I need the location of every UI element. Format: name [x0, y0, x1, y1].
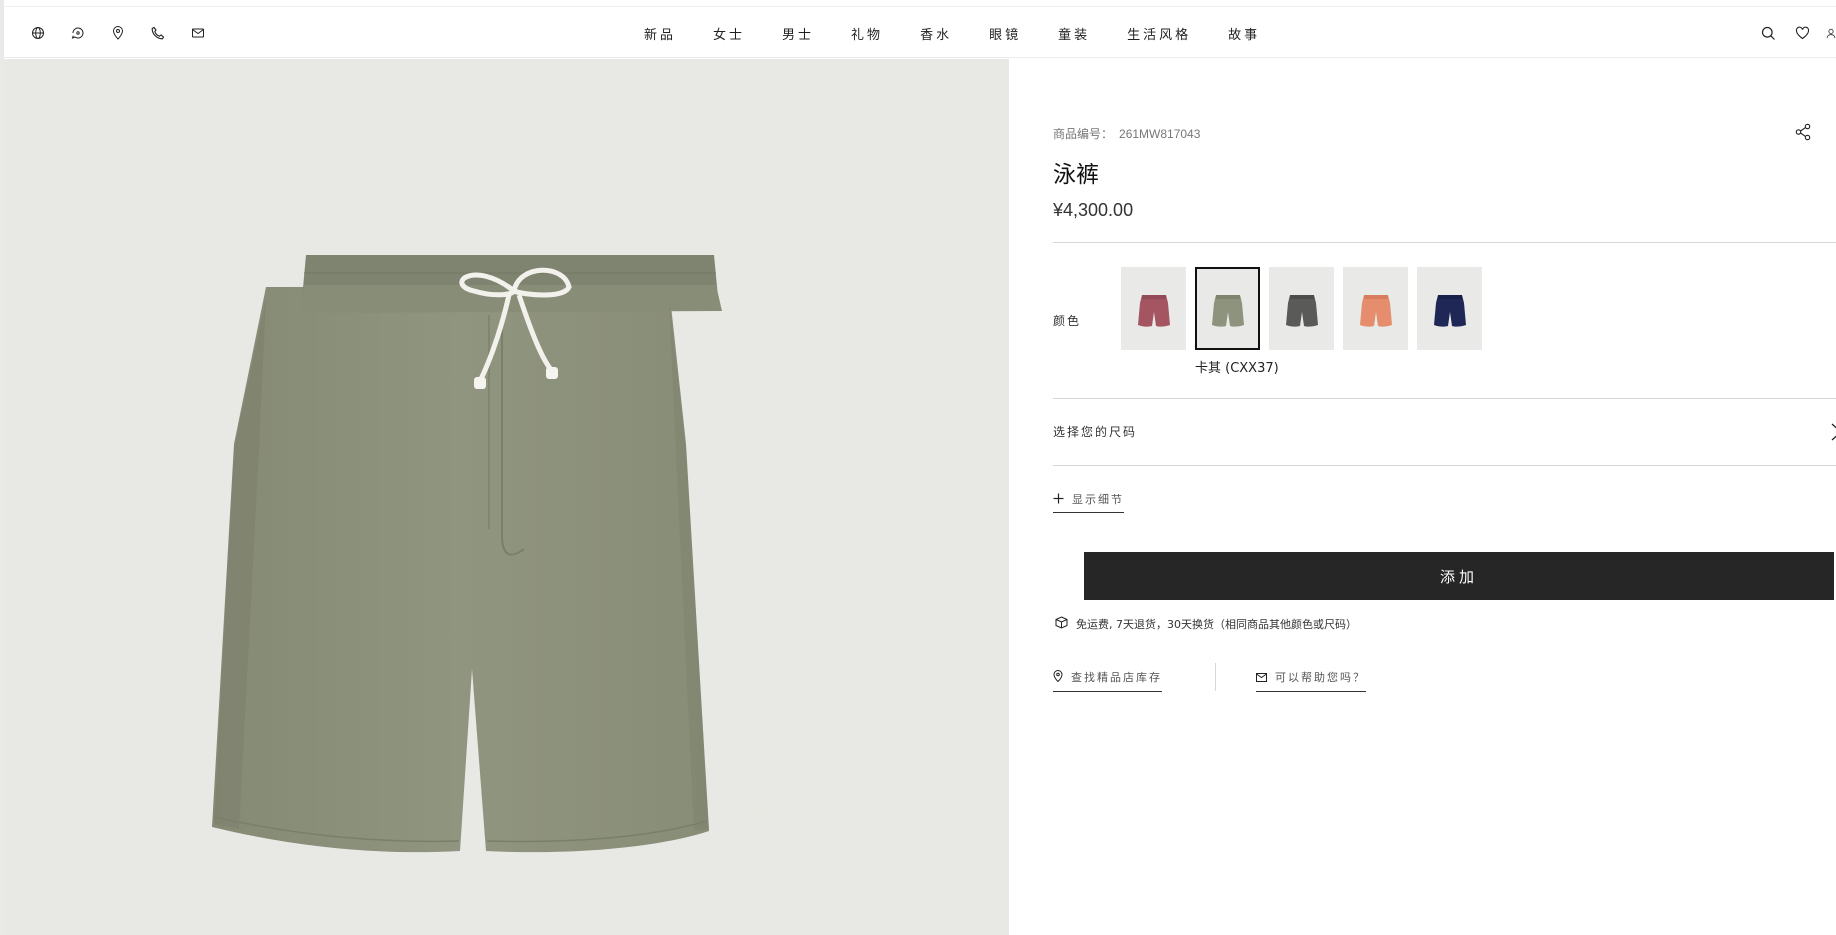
utility-icons	[28, 23, 208, 43]
top-navigation-bar: 新品 女士 男士 礼物 香水 眼镜 童装 生活风格 故事	[4, 6, 1836, 58]
product-info-panel: 商品编号： 261MW817043 泳裤 ¥4,300.00 颜色 卡其 (CX…	[1053, 59, 1836, 935]
color-swatch-navy[interactable]	[1417, 267, 1482, 350]
color-swatch-coral[interactable]	[1343, 267, 1408, 350]
help-chat-icon[interactable]	[68, 23, 88, 43]
add-to-bag-button[interactable]: 添加	[1084, 552, 1834, 600]
nav-item-eyewear[interactable]: 眼镜	[989, 24, 1021, 43]
main-navigation: 新品 女士 男士 礼物 香水 眼镜 童装 生活风格 故事	[644, 7, 1260, 59]
product-title: 泳裤	[1053, 162, 1099, 188]
selected-color-name: 卡其 (CXX37)	[1195, 361, 1279, 376]
product-price: ¥4,300.00	[1053, 200, 1134, 220]
account-icons	[1758, 23, 1836, 43]
nav-item-women[interactable]: 女士	[713, 24, 745, 43]
globe-icon[interactable]	[28, 23, 48, 43]
nav-item-new[interactable]: 新品	[644, 24, 676, 43]
heart-icon[interactable]	[1792, 23, 1812, 43]
product-code-label: 商品编号：	[1053, 127, 1114, 141]
size-selector[interactable]: 选择您的尺码	[1053, 398, 1836, 465]
color-swatch-raspberry[interactable]	[1121, 267, 1186, 350]
mail-icon[interactable]	[188, 23, 208, 43]
nav-item-kids[interactable]: 童装	[1058, 24, 1090, 43]
nav-item-lifestyle[interactable]: 生活风格	[1127, 24, 1191, 43]
color-swatches	[1121, 267, 1482, 350]
package-box-icon	[1055, 614, 1068, 633]
contact-help-label: 可以帮助您吗？	[1275, 670, 1366, 684]
plus-icon	[1053, 489, 1064, 508]
show-details-label: 显示细节	[1072, 492, 1124, 506]
price-divider	[1053, 242, 1836, 243]
location-pin-icon[interactable]	[108, 23, 128, 43]
size-bottom-divider	[1053, 465, 1836, 466]
share-icon[interactable]	[1794, 123, 1814, 143]
chevron-right-icon	[1830, 422, 1836, 442]
find-in-store-label: 查找精品店库存	[1071, 670, 1162, 684]
nav-item-stories[interactable]: 故事	[1228, 24, 1260, 43]
color-label: 颜色	[1053, 314, 1082, 328]
size-selector-label: 选择您的尺码	[1053, 425, 1138, 439]
product-image-gallery[interactable]	[4, 59, 1009, 935]
user-icon[interactable]	[1826, 23, 1836, 43]
show-details-toggle[interactable]: 显示细节	[1053, 489, 1124, 513]
shipping-info: 免运费, 7天退货，30天换货（相同商品其他颜色或尺码）	[1055, 614, 1357, 633]
shipping-text: 免运费, 7天退货，30天换货（相同商品其他颜色或尺码）	[1076, 617, 1357, 631]
mail-icon	[1256, 667, 1267, 686]
contact-help-link[interactable]: 可以帮助您吗？	[1256, 667, 1366, 692]
color-swatch-khaki[interactable]	[1195, 267, 1260, 350]
embroidered-logo	[753, 766, 780, 815]
nav-item-gifts[interactable]: 礼物	[851, 24, 883, 43]
product-code-value: 261MW817043	[1119, 127, 1201, 141]
links-separator	[1215, 663, 1216, 691]
secondary-links: 查找精品店库存 可以帮助您吗？	[1053, 663, 1453, 701]
phone-icon[interactable]	[148, 23, 168, 43]
find-in-store-link[interactable]: 查找精品店库存	[1053, 667, 1162, 692]
nav-item-fragrance[interactable]: 香水	[920, 24, 952, 43]
search-icon[interactable]	[1758, 23, 1778, 43]
product-code: 商品编号： 261MW817043	[1053, 125, 1200, 142]
page: 新品 女士 男士 礼物 香水 眼镜 童装 生活风格 故事 商品编号： 261MW…	[0, 0, 1836, 935]
color-swatch-charcoal[interactable]	[1269, 267, 1334, 350]
location-pin-icon	[1053, 667, 1063, 686]
nav-item-men[interactable]: 男士	[782, 24, 814, 43]
swim-shorts-image	[212, 255, 780, 853]
